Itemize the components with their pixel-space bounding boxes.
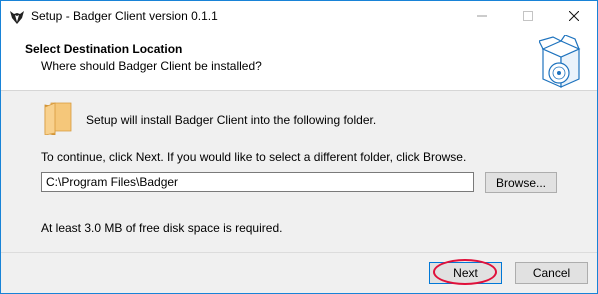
page-subtitle: Where should Badger Client be installed? [41, 59, 262, 73]
page-title: Select Destination Location [25, 42, 183, 56]
disk-space-requirement: At least 3.0 MB of free disk space is re… [41, 221, 283, 235]
browse-button[interactable]: Browse... [485, 172, 557, 193]
wizard-header: Select Destination Location Where should… [1, 32, 597, 91]
maximize-button[interactable] [505, 1, 551, 32]
close-icon [568, 10, 580, 24]
instructions-text: To continue, click Next. If you would li… [41, 150, 467, 164]
cancel-button[interactable]: Cancel [515, 262, 588, 284]
close-button[interactable] [551, 1, 597, 32]
installer-box-icon [538, 34, 583, 89]
install-description: Setup will install Badger Client into th… [86, 113, 377, 127]
wizard-content: Setup will install Badger Client into th… [1, 91, 597, 251]
badger-icon [9, 9, 25, 25]
minimize-icon [477, 10, 487, 24]
next-button[interactable]: Next [429, 262, 502, 284]
setup-window: Setup - Badger Client version 0.1.1 Sele… [0, 0, 598, 294]
maximize-icon [523, 10, 533, 24]
minimize-button[interactable] [459, 1, 505, 32]
window-title: Setup - Badger Client version 0.1.1 [31, 9, 218, 23]
footer-divider [1, 252, 597, 253]
title-bar[interactable]: Setup - Badger Client version 0.1.1 [1, 1, 597, 32]
folder-icon [43, 101, 73, 136]
destination-path-input[interactable] [41, 172, 474, 192]
